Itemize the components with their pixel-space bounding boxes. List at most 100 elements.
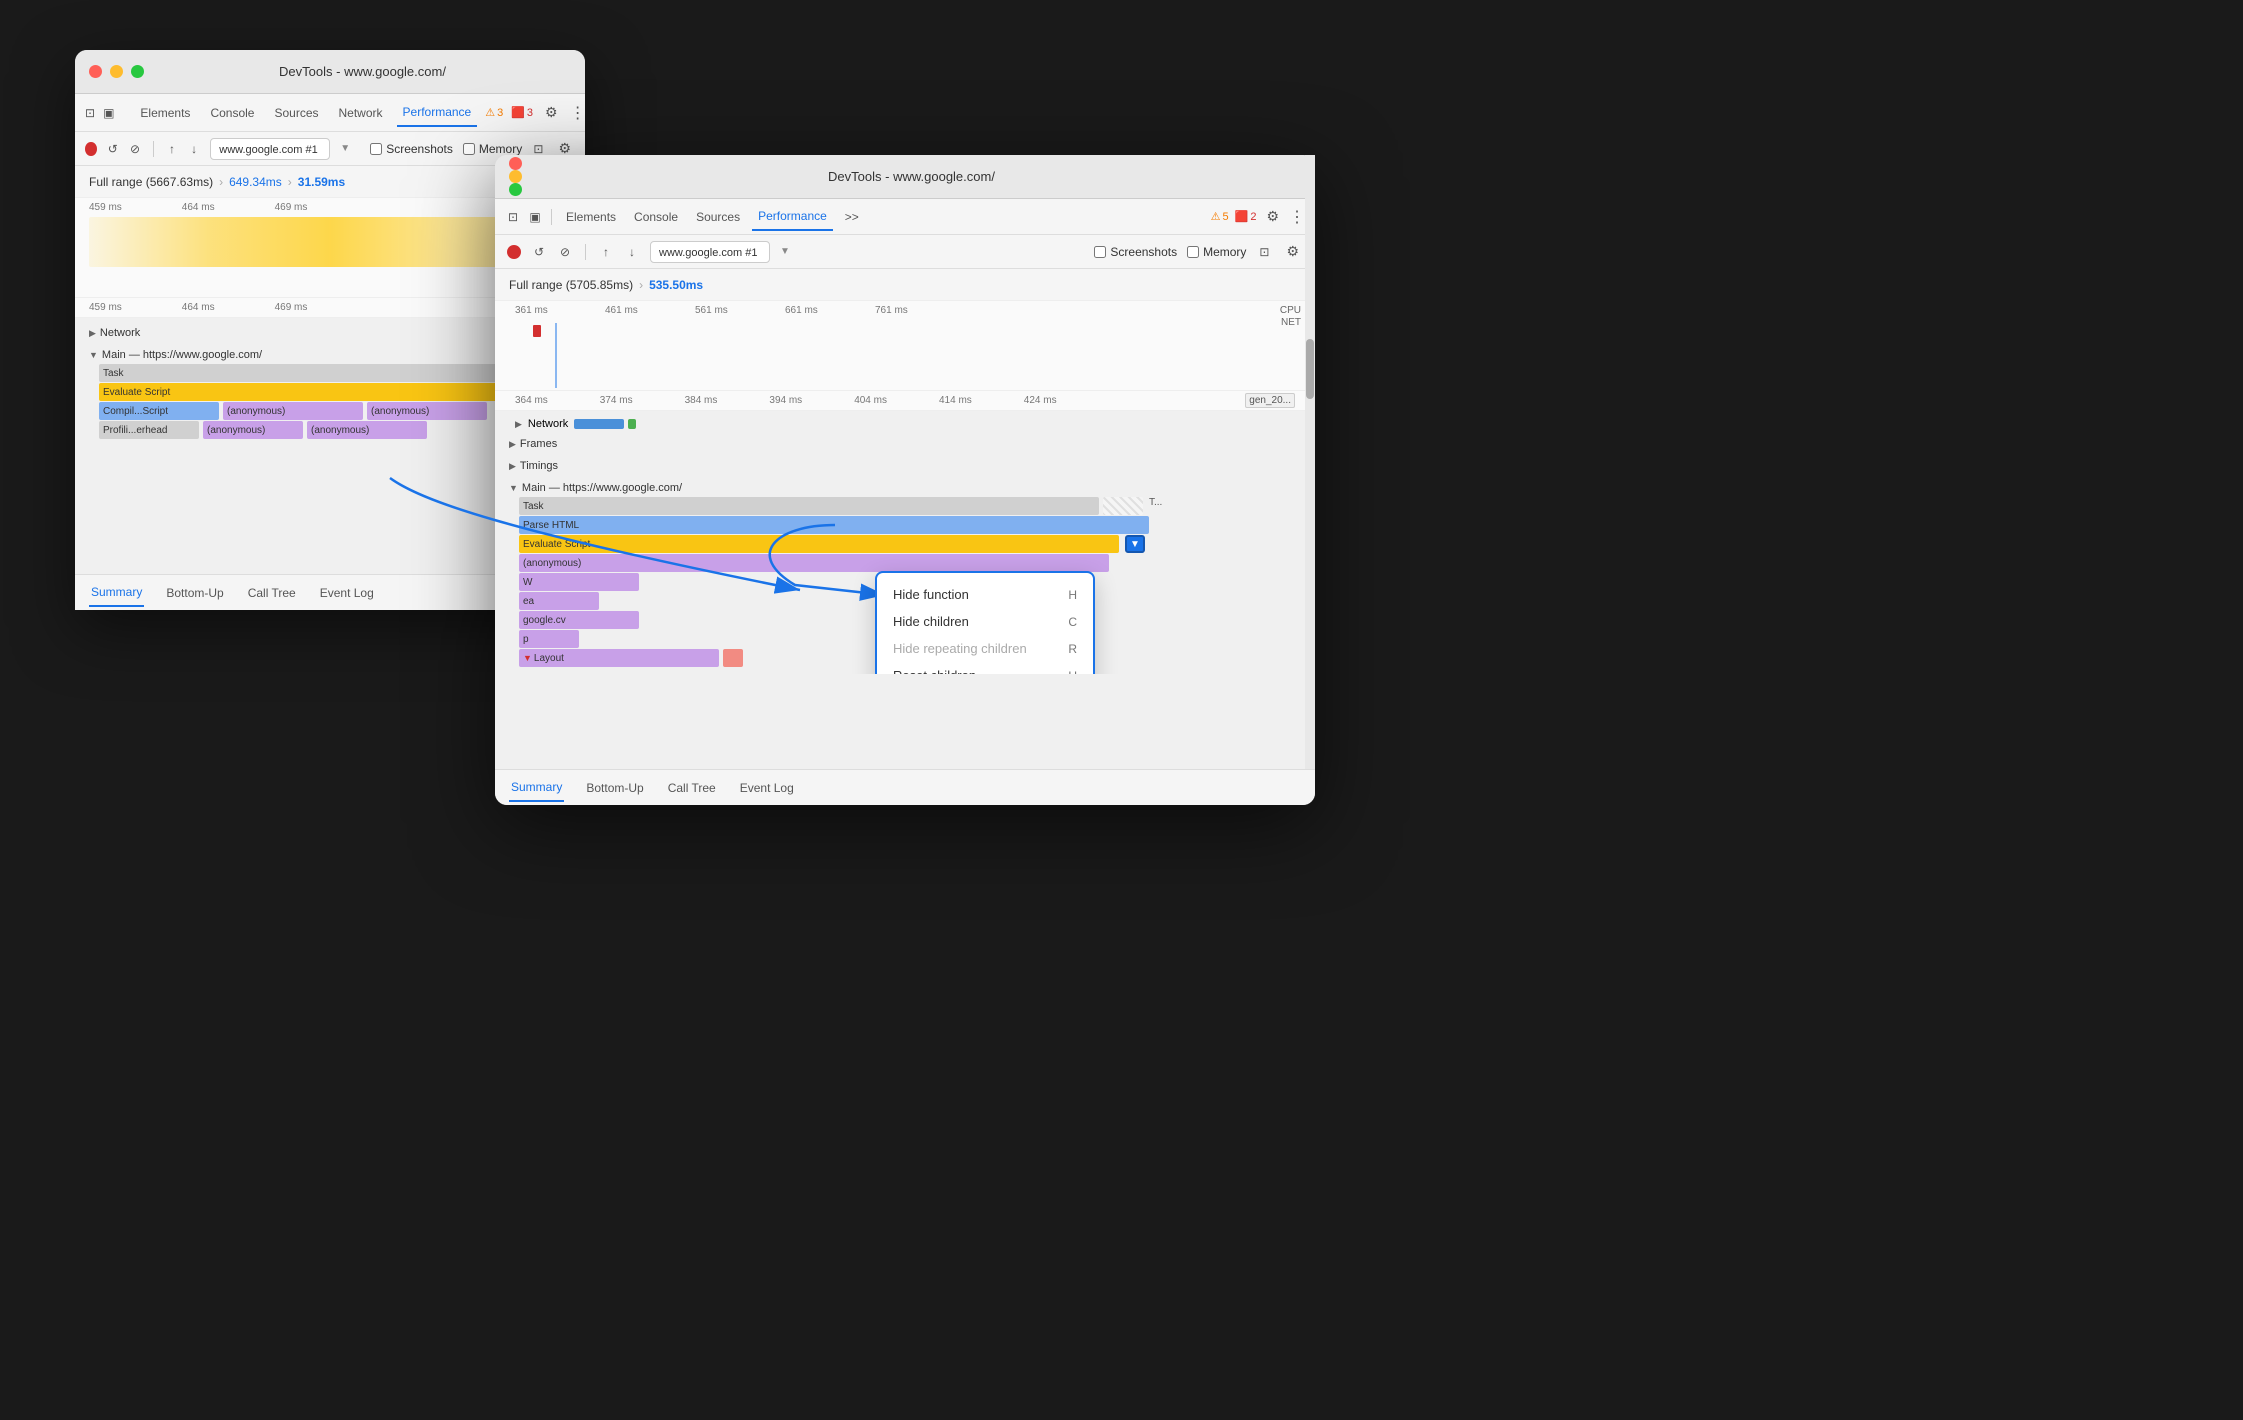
hide-function-label: Hide function: [893, 587, 969, 602]
more-icon[interactable]: ⋮: [570, 103, 586, 123]
ruler-m4: 661 ms: [785, 305, 875, 316]
flame-dropdown-btn[interactable]: ▼: [1125, 535, 1145, 553]
parse-html-bar[interactable]: Parse HTML: [519, 516, 1149, 534]
profili-bar[interactable]: Profili...erhead: [99, 421, 199, 439]
scrollbar[interactable]: [1305, 155, 1315, 769]
p-bar[interactable]: p: [519, 630, 579, 648]
event-log-tab[interactable]: Event Log: [318, 580, 376, 606]
w-bar[interactable]: W: [519, 573, 639, 591]
reset-children-item[interactable]: Reset children U: [877, 662, 1093, 674]
hide-function-item[interactable]: Hide function H: [877, 581, 1093, 608]
clear-icon[interactable]: ⊘: [129, 141, 141, 157]
layout-bar[interactable]: ▼ Layout: [519, 649, 719, 667]
layout-red: [723, 649, 743, 667]
front-summary-tab[interactable]: Summary: [509, 774, 564, 802]
call-tree-tab[interactable]: Call Tree: [246, 580, 298, 606]
memory-toggle[interactable]: Memory: [463, 142, 522, 156]
front-record-icon[interactable]: [507, 245, 521, 259]
front-url-box[interactable]: www.google.com #1: [650, 241, 770, 263]
frames-row: ▶ Frames: [495, 433, 1315, 455]
front-clear-icon[interactable]: ⊘: [557, 244, 573, 260]
bottom-up-tab[interactable]: Bottom-Up: [164, 580, 225, 606]
front-tab-more[interactable]: >>: [839, 204, 865, 230]
front-screenshots-toggle[interactable]: Screenshots: [1094, 245, 1177, 259]
front-upload-icon[interactable]: ↑: [598, 244, 614, 260]
separator2: [153, 141, 154, 157]
front-main-label: Main — https://www.google.com/: [522, 482, 682, 494]
front-more-icon[interactable]: ⋮: [1289, 207, 1305, 227]
front-download-icon[interactable]: ↓: [624, 244, 640, 260]
tab-console[interactable]: Console: [204, 100, 260, 126]
front-ruler2: 364 ms374 ms384 ms394 ms404 ms414 ms424 …: [495, 391, 1315, 411]
inspect-icon[interactable]: ⊡: [85, 105, 95, 121]
front-tab-console[interactable]: Console: [628, 204, 684, 230]
front-ruler1: 361 ms 461 ms 561 ms 661 ms 761 ms: [495, 301, 1315, 316]
context-menu[interactable]: Hide function H Hide children C Hide rep…: [875, 571, 1095, 674]
front-event-log-tab[interactable]: Event Log: [738, 775, 796, 801]
back-titlebar: DevTools - www.google.com/: [75, 50, 585, 94]
anonymous-bar4[interactable]: (anonymous): [307, 421, 427, 439]
screenshots-toggle[interactable]: Screenshots: [370, 142, 453, 156]
front-tab-performance[interactable]: Performance: [752, 203, 833, 231]
url-box[interactable]: www.google.com #1: [210, 138, 330, 160]
record-icon[interactable]: [85, 142, 97, 156]
front-minimize-button[interactable]: [509, 170, 522, 183]
tab-sources[interactable]: Sources: [268, 100, 324, 126]
gen-label: gen_20...: [1245, 393, 1295, 408]
download-icon[interactable]: ↓: [188, 141, 200, 157]
front-device-icon[interactable]: ▣: [527, 209, 543, 225]
tab-network[interactable]: Network: [333, 100, 389, 126]
front-settings-icon[interactable]: ⚙: [1262, 206, 1283, 227]
front-inspect-icon[interactable]: ⊡: [505, 209, 521, 225]
scrollbar-thumb[interactable]: [1306, 339, 1314, 399]
tab-performance[interactable]: Performance: [397, 99, 478, 127]
anonymous-bar3[interactable]: (anonymous): [203, 421, 303, 439]
front-bottom-tabs: Summary Bottom-Up Call Tree Event Log: [495, 769, 1315, 805]
front-memory-toggle[interactable]: Memory: [1187, 245, 1246, 259]
front-bottom-up-tab[interactable]: Bottom-Up: [584, 775, 645, 801]
close-button[interactable]: [89, 65, 102, 78]
ea-bar[interactable]: ea: [519, 592, 599, 610]
network-row: ▶ Network: [495, 415, 1315, 433]
device-icon[interactable]: ▣: [103, 105, 114, 121]
compil-script-bar[interactable]: Compil...Script: [99, 402, 219, 420]
settings-icon[interactable]: ⚙: [541, 102, 562, 123]
front-camera-icon[interactable]: ⊡: [1256, 244, 1272, 260]
back-toolbar: ⊡ ▣ Elements Console Sources Network Per…: [75, 94, 585, 132]
front-task-bar[interactable]: Task: [519, 497, 1099, 515]
t-label: T...: [1149, 497, 1162, 515]
hide-children-item[interactable]: Hide children C: [877, 608, 1093, 635]
front-call-tree-tab[interactable]: Call Tree: [666, 775, 718, 801]
front-tab-elements[interactable]: Elements: [560, 204, 622, 230]
front-reload-icon[interactable]: ↺: [531, 244, 547, 260]
ruler-mark-1: 459 ms: [89, 202, 122, 213]
tab-elements[interactable]: Elements: [134, 100, 196, 126]
reload-icon[interactable]: ↺: [107, 141, 119, 157]
front-tab-sources[interactable]: Sources: [690, 204, 746, 230]
maximize-button[interactable]: [131, 65, 144, 78]
front-anonymous-bar[interactable]: (anonymous): [519, 554, 1109, 572]
evaluate-script-bar[interactable]: Evaluate Script: [99, 383, 539, 401]
front-evaluate-script-bar[interactable]: Evaluate Script: [519, 535, 1119, 553]
cpu-label: CPU: [1280, 305, 1301, 316]
anonymous-bar2[interactable]: (anonymous): [367, 402, 487, 420]
ruler-m3: 561 ms: [695, 305, 785, 316]
anonymous-bar1[interactable]: (anonymous): [223, 402, 363, 420]
ruler-m1: 361 ms: [515, 305, 605, 316]
front-maximize-button[interactable]: [509, 183, 522, 196]
front-settings-icon2[interactable]: ⚙: [1282, 241, 1303, 262]
network-label: Network: [528, 418, 568, 430]
task-bar[interactable]: Task: [99, 364, 539, 382]
selected-range: 31.59ms: [298, 175, 345, 189]
front-close-button[interactable]: [509, 157, 522, 170]
minimize-button[interactable]: [110, 65, 123, 78]
front-range-bar: Full range (5705.85ms) › 535.50ms: [495, 269, 1315, 301]
front-devtools-window: DevTools - www.google.com/ ⊡ ▣ Elements …: [495, 155, 1315, 805]
full-range-label: Full range (5667.63ms): [89, 175, 213, 189]
front-error-badge: 🟥 2: [1235, 210, 1257, 223]
front-flamechart: ▶ Network ▶ Frames ▶ Timings ▼ Main — ht…: [495, 411, 1315, 674]
summary-tab[interactable]: Summary: [89, 579, 144, 607]
google-cv-bar[interactable]: google.cv: [519, 611, 639, 629]
upload-icon[interactable]: ↑: [166, 141, 178, 157]
hide-function-key: H: [1068, 588, 1077, 602]
